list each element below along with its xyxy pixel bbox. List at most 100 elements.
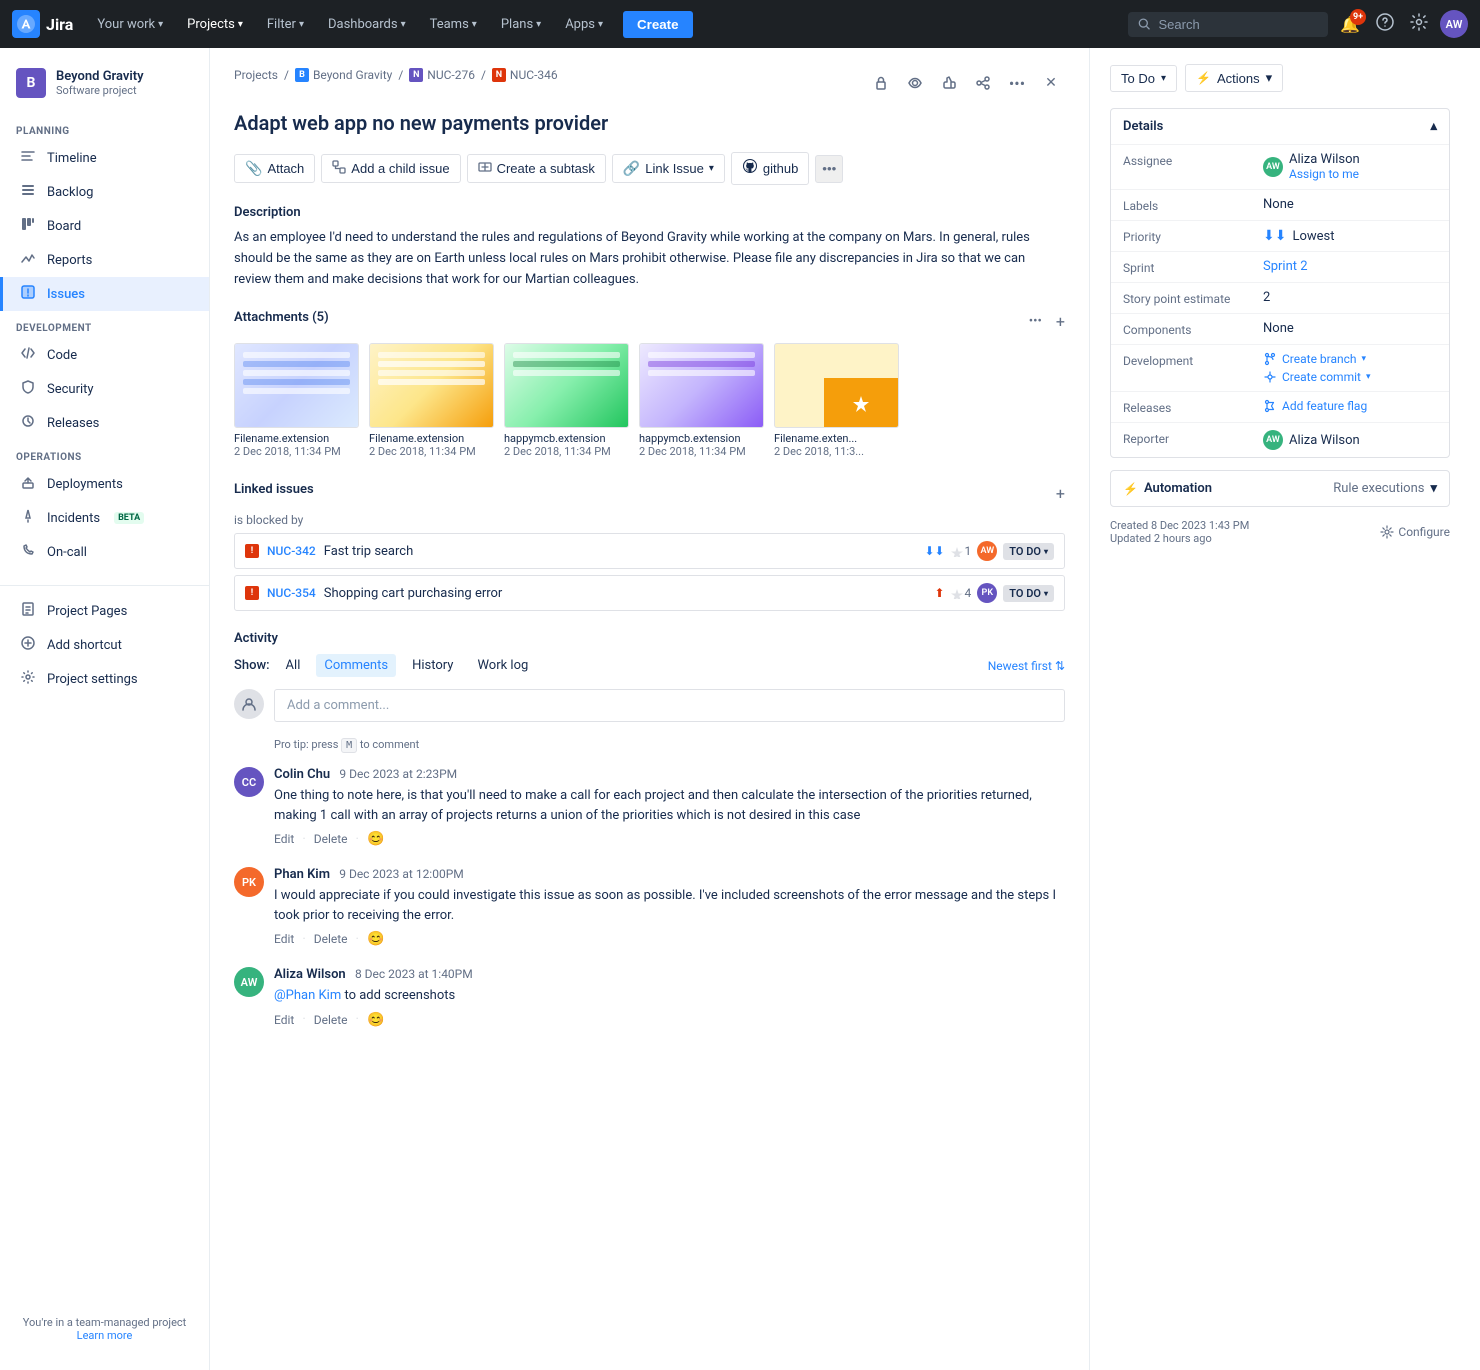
github-button[interactable]: github: [731, 152, 809, 185]
create-commit-link[interactable]: Create commit ▾: [1263, 370, 1370, 384]
sidebar-item-timeline[interactable]: Timeline: [0, 141, 209, 175]
edit-comment-link[interactable]: Edit: [274, 1013, 294, 1027]
create-button[interactable]: Create: [623, 11, 693, 38]
help-button[interactable]: [1372, 9, 1398, 39]
components-label: Components: [1123, 321, 1263, 337]
nav-filter[interactable]: Filter ▾: [259, 13, 312, 36]
share-button[interactable]: [969, 69, 997, 97]
rule-executions: Rule executions: [1333, 481, 1424, 496]
sidebar-item-deployments[interactable]: Deployments: [0, 467, 209, 501]
automation-header[interactable]: ⚡ Automation Rule executions ▾: [1111, 471, 1449, 506]
sidebar-item-reports[interactable]: Reports: [0, 243, 209, 277]
actions-button[interactable]: ⚡ Actions ▾: [1185, 64, 1283, 92]
delete-comment-link[interactable]: Delete: [314, 1013, 348, 1027]
attachment-item[interactable]: Filename.extension 2 Dec 2018, 11:34 PM: [234, 343, 359, 458]
attachments-more-button[interactable]: •••: [1021, 310, 1050, 333]
linked-issue-key[interactable]: NUC-354: [267, 586, 316, 600]
lock-button[interactable]: [867, 69, 895, 97]
sidebar-item-oncall[interactable]: On-call: [0, 535, 209, 569]
add-feature-flag-link[interactable]: Add feature flag: [1263, 399, 1367, 413]
search-box[interactable]: [1128, 12, 1328, 37]
search-input[interactable]: [1158, 17, 1318, 32]
breadcrumb-current-issue[interactable]: N NUC-346: [492, 68, 558, 82]
add-child-issue-button[interactable]: Add a child issue: [321, 154, 460, 183]
delete-comment-link[interactable]: Delete: [314, 932, 348, 946]
reporter-row: Reporter AW Aliza Wilson: [1111, 422, 1449, 457]
nav-plans[interactable]: Plans ▾: [493, 13, 549, 36]
add-link-button[interactable]: +: [1056, 484, 1065, 503]
sidebar-item-code[interactable]: Code: [0, 338, 209, 372]
sprint-link[interactable]: Sprint 2: [1263, 259, 1308, 274]
details-header[interactable]: Details ▴: [1111, 109, 1449, 144]
filter-all[interactable]: All: [278, 654, 309, 677]
nav-apps[interactable]: Apps ▾: [557, 13, 611, 36]
nav-your-work[interactable]: Your work ▾: [89, 13, 171, 36]
attachment-item[interactable]: Filename.extension 2 Dec 2018, 11:34 PM: [369, 343, 494, 458]
configure-button[interactable]: Configure: [1380, 525, 1450, 539]
linked-status-badge[interactable]: TO DO ▾: [1003, 585, 1054, 602]
link-issue-button[interactable]: 🔗 Link Issue ▾: [612, 154, 725, 183]
attachment-thumb: [369, 343, 494, 428]
emoji-react-button[interactable]: 😊: [367, 831, 384, 847]
story-points-value[interactable]: 2: [1263, 290, 1437, 305]
top-nav-right: 🔔 9+ AW: [1128, 9, 1468, 39]
nav-dashboards[interactable]: Dashboards ▾: [320, 13, 414, 36]
sidebar-item-releases[interactable]: Releases: [0, 406, 209, 440]
activity-section: Activity Show: All Comments History Work…: [234, 631, 1065, 1028]
nav-teams[interactable]: Teams ▾: [422, 13, 485, 36]
add-attachment-button[interactable]: +: [1056, 312, 1065, 331]
assign-to-me-link[interactable]: Assign to me: [1289, 167, 1359, 181]
sidebar-footer-link[interactable]: Learn more: [77, 1329, 133, 1342]
development-row: Development Create branch ▾ C: [1111, 344, 1449, 391]
watch-button[interactable]: [901, 69, 929, 97]
sidebar-item-security[interactable]: Security: [0, 372, 209, 406]
sort-button[interactable]: Newest first ⇅: [988, 659, 1065, 673]
close-panel-button[interactable]: ✕: [1037, 69, 1065, 97]
filter-comments[interactable]: Comments: [316, 654, 396, 677]
breadcrumb-projects[interactable]: Projects: [234, 68, 278, 82]
components-value[interactable]: None: [1263, 321, 1437, 336]
emoji-react-button[interactable]: 😊: [367, 931, 384, 947]
comment-input[interactable]: Add a comment...: [274, 689, 1065, 722]
linked-status-badge[interactable]: TO DO ▾: [1003, 543, 1054, 560]
linked-issue-key[interactable]: NUC-342: [267, 544, 316, 558]
create-subtask-button[interactable]: Create a subtask: [467, 154, 606, 183]
status-button[interactable]: To Do ▾: [1110, 65, 1177, 92]
sidebar-item-backlog[interactable]: Backlog: [0, 175, 209, 209]
security-icon: [19, 379, 37, 399]
labels-value[interactable]: None: [1263, 197, 1437, 212]
sidebar-item-add-shortcut[interactable]: Add shortcut: [0, 628, 209, 662]
linked-item[interactable]: ! NUC-354 Shopping cart purchasing error…: [234, 575, 1065, 611]
attachment-item[interactable]: Filename.exten... 2 Dec 2018, 11:3...: [774, 343, 899, 458]
sidebar-item-project-pages[interactable]: Project Pages: [0, 594, 209, 628]
nav-projects[interactable]: Projects ▾: [179, 13, 251, 36]
attachment-item[interactable]: happymcb.extension 2 Dec 2018, 11:34 PM: [639, 343, 764, 458]
thumbsup-button[interactable]: [935, 69, 963, 97]
user-avatar[interactable]: AW: [1440, 10, 1468, 38]
sidebar-item-project-settings[interactable]: Project settings: [0, 662, 209, 696]
sidebar-item-issues[interactable]: Issues: [0, 277, 209, 311]
priority-value[interactable]: ⬇⬇ Lowest: [1263, 228, 1437, 244]
settings-button[interactable]: [1406, 9, 1432, 39]
notifications-button[interactable]: 🔔 9+: [1336, 11, 1364, 38]
sidebar-item-board[interactable]: Board: [0, 209, 209, 243]
sidebar-item-label: Code: [47, 348, 77, 363]
edit-comment-link[interactable]: Edit: [274, 932, 294, 946]
emoji-react-button[interactable]: 😊: [367, 1012, 384, 1028]
attachment-item[interactable]: happymcb.extension 2 Dec 2018, 11:34 PM: [504, 343, 629, 458]
breadcrumb-parent-issue[interactable]: N NUC-276: [409, 68, 475, 82]
toolbar-more-button[interactable]: •••: [815, 155, 843, 183]
more-options-button[interactable]: •••: [1003, 69, 1031, 97]
breadcrumb-project[interactable]: B Beyond Gravity: [295, 68, 392, 82]
delete-comment-link[interactable]: Delete: [314, 832, 348, 846]
logo[interactable]: Jira: [12, 10, 73, 38]
sidebar-item-incidents[interactable]: Incidents BETA: [0, 501, 209, 535]
filter-worklog[interactable]: Work log: [469, 654, 536, 677]
comment-time: 9 Dec 2023 at 12:00PM: [339, 867, 464, 881]
linked-item[interactable]: ! NUC-342 Fast trip search ⬇⬇ 1 AW TO DO: [234, 533, 1065, 569]
project-icon-type: B: [295, 68, 309, 82]
create-branch-link[interactable]: Create branch ▾: [1263, 352, 1370, 366]
filter-history[interactable]: History: [404, 654, 461, 677]
attach-button[interactable]: 📎 Attach: [234, 154, 315, 183]
edit-comment-link[interactable]: Edit: [274, 832, 294, 846]
